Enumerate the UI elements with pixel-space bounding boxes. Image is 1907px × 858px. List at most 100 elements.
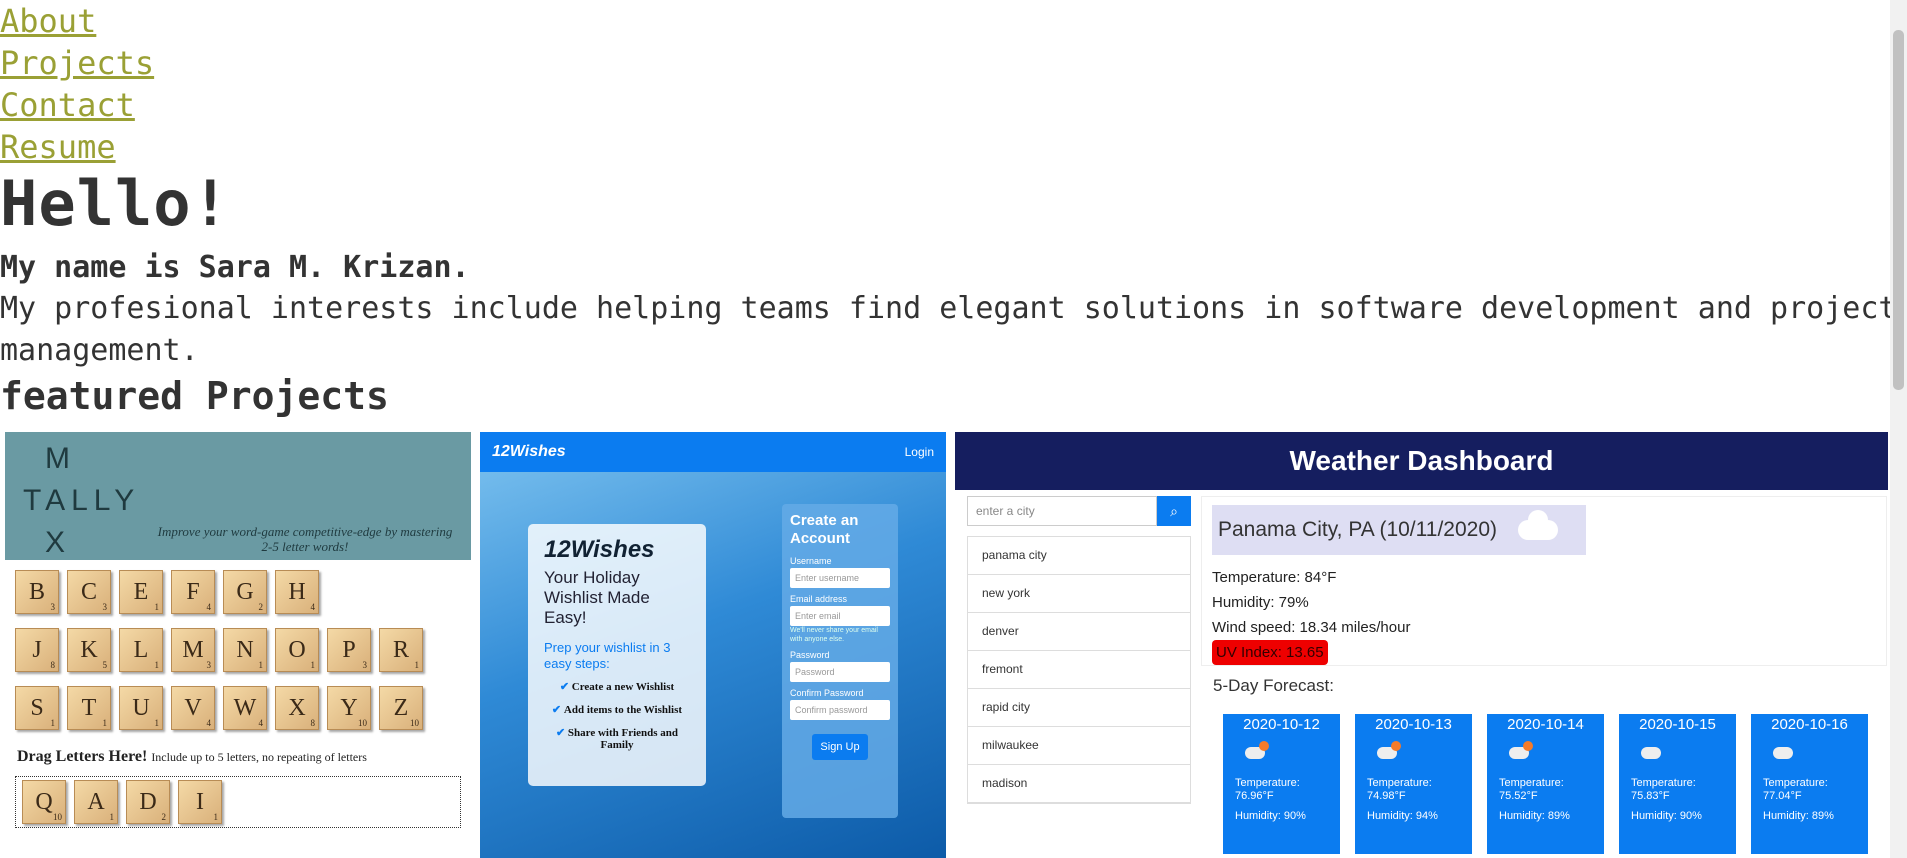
forecast-card: 2020-10-13 Temperature: 74.98°F Humidity: …	[1355, 714, 1472, 854]
tile-score: 1	[310, 660, 316, 670]
letter-tile[interactable]: J8	[15, 628, 59, 672]
city-history-item[interactable]: denver	[968, 613, 1190, 651]
letter-tile[interactable]: D2	[126, 780, 170, 824]
wishes-step-text: Add items to the Wishlist	[563, 704, 683, 716]
nav-resume-link[interactable]: Resume	[0, 126, 1907, 168]
tile-letter: K	[80, 636, 98, 663]
wishes-form-title: Create an Account	[790, 512, 859, 547]
tally-logo-line: M	[45, 442, 76, 475]
check-icon: ✔	[559, 681, 570, 693]
project-weather-dashboard[interactable]: Weather Dashboard enter a city ⌕ panama …	[955, 432, 1888, 858]
letter-tile[interactable]: R1	[379, 628, 423, 672]
letter-tile[interactable]: M3	[171, 628, 215, 672]
letter-tile[interactable]: Z 10	[379, 686, 423, 730]
city-history-item[interactable]: madison	[968, 765, 1190, 803]
letter-tile[interactable]: S1	[15, 686, 59, 730]
letter-tile[interactable]: O1	[275, 628, 319, 672]
letter-tile[interactable]: N1	[223, 628, 267, 672]
wishes-login-link[interactable]: Login	[905, 445, 934, 459]
tile-letter: J	[32, 636, 42, 663]
letter-tile[interactable]: V4	[171, 686, 215, 730]
letter-tile[interactable]: E1	[119, 570, 163, 614]
tally-logo-line: X	[45, 526, 72, 559]
letter-tile[interactable]: B3	[15, 570, 59, 614]
tile-score: 4	[206, 602, 212, 612]
letter-tile[interactable]: I1	[178, 780, 222, 824]
wishes-steps: ✔ Create a new Wishlist ✔ Add items to t…	[544, 680, 690, 751]
rain-cloud-icon	[1377, 741, 1401, 759]
tile-score: 1	[213, 812, 219, 822]
city-history-item[interactable]: rapid city	[968, 689, 1190, 727]
letter-tile[interactable]: K5	[67, 628, 111, 672]
forecast-date: 2020-10-14	[1507, 716, 1584, 733]
wishes-card-logo: 12Wishes	[544, 536, 655, 563]
nav-contact-link[interactable]: Contact	[0, 84, 1907, 126]
letter-tile[interactable]: A1	[74, 780, 118, 824]
forecast-card: 2020-10-16 Temperature: 77.04°F Humidity: …	[1751, 714, 1868, 854]
letter-tile[interactable]: H4	[275, 570, 319, 614]
letter-tile[interactable]: L1	[119, 628, 163, 672]
confirm-password-label: Confirm Password	[790, 688, 864, 698]
letter-tile[interactable]: X8	[275, 686, 319, 730]
forecast-temperature: Temperature: 75.52°F	[1499, 777, 1564, 802]
tally-dropzone[interactable]: Q 10 A 1 D 2 I 1	[15, 776, 461, 828]
current-weather: Panama City, PA (10/11/2020) Temperature…	[1201, 496, 1887, 666]
city-history-item[interactable]: panama city	[968, 537, 1190, 575]
forecast-humidity: Humidity: 90%	[1235, 810, 1306, 822]
rain-cloud-icon	[1509, 741, 1533, 759]
email-input[interactable]: Enter email	[790, 606, 890, 626]
tile-letter: Y	[340, 694, 358, 721]
current-city-date: Panama City, PA (10/11/2020)	[1218, 518, 1497, 541]
tile-score: 1	[154, 718, 160, 728]
letter-tile[interactable]: G2	[223, 570, 267, 614]
city-history-item[interactable]: milwaukee	[968, 727, 1190, 765]
city-search-input[interactable]: enter a city	[967, 496, 1157, 526]
nav-about-link[interactable]: About	[0, 0, 1907, 42]
project-12wishes[interactable]: 12Wishes Login 12Wishes Your Holiday Wis…	[480, 432, 946, 858]
tile-letter: N	[236, 636, 254, 663]
tile-score: 1	[154, 660, 160, 670]
city-history-item[interactable]: fremont	[968, 651, 1190, 689]
username-input[interactable]: Enter username	[790, 568, 890, 588]
scrollbar-thumb[interactable]	[1893, 30, 1904, 390]
tally-logo: M TALLY X	[23, 438, 140, 564]
letter-tile[interactable]: P3	[327, 628, 371, 672]
nav-projects-link[interactable]: Projects	[0, 42, 1907, 84]
wishes-step-text: Share with Friends and Family	[567, 727, 679, 751]
password-input[interactable]: Password	[790, 662, 890, 682]
letter-tile[interactable]: T1	[67, 686, 111, 730]
forecast-cards: 2020-10-12 Temperature: 76.96°F Humidity: …	[1223, 714, 1887, 854]
letter-tile[interactable]: W4	[223, 686, 267, 730]
letter-tile[interactable]: Y 10	[327, 686, 371, 730]
signup-button[interactable]: Sign Up	[812, 734, 868, 760]
tally-logo-line: TALLY	[23, 484, 141, 517]
tile-score: 4	[258, 718, 264, 728]
confirm-password-input[interactable]: Confirm password	[790, 700, 890, 720]
tally-subtitle: Improve your word-game competitive-edge …	[157, 524, 453, 554]
forecast-heading: 5-Day Forecast:	[1213, 676, 1334, 695]
letter-tile[interactable]: F4	[171, 570, 215, 614]
tile-letter: Q	[35, 788, 53, 815]
page-scrollbar[interactable]	[1890, 0, 1907, 858]
project-tally[interactable]: M TALLY X Improve your word-game competi…	[5, 432, 471, 858]
tile-letter: H	[288, 578, 306, 605]
cloud-icon	[1518, 510, 1558, 540]
tile-score: 8	[310, 718, 316, 728]
current-temperature: Temperature: 84°F	[1212, 569, 1337, 586]
tile-row: B3C3E1F4G2H4	[15, 570, 461, 614]
city-history-list: panama city new york denver fremont rapid ci…	[967, 536, 1191, 804]
search-button[interactable]: ⌕	[1157, 496, 1191, 526]
tally-drag-label: Drag Letters Here! Include up to 5 lette…	[5, 744, 471, 770]
weather-title: Weather Dashboard	[955, 432, 1888, 490]
letter-tile[interactable]: Q 10	[22, 780, 66, 824]
tile-letter: F	[186, 578, 200, 605]
city-history-item[interactable]: new york	[968, 575, 1190, 613]
forecast-date: 2020-10-15	[1639, 716, 1716, 733]
wishes-logo[interactable]: 12Wishes	[492, 443, 566, 461]
letter-tile[interactable]: C3	[67, 570, 111, 614]
letter-tile[interactable]: U1	[119, 686, 163, 730]
wishes-signup-form: Create an Account Username Enter usernam…	[782, 504, 898, 818]
check-icon: ✔	[555, 727, 566, 739]
tally-drag-title: Drag Letters Here!	[17, 748, 148, 765]
tile-letter: S	[30, 694, 44, 721]
